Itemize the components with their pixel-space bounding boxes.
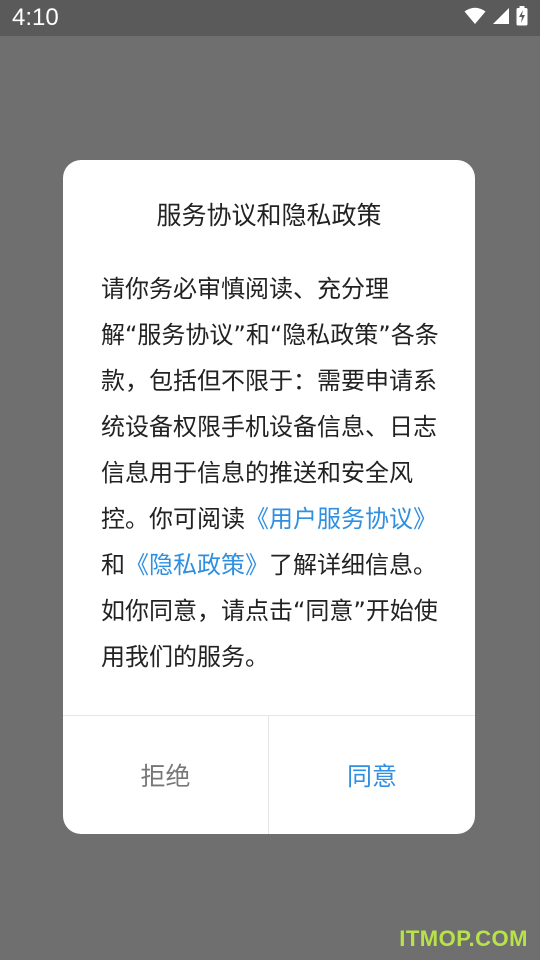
body-text-intro: 请你务必审慎阅读、充分理解“服务协议”和“隐私政策”各条款，包括但不限于：需要申…	[101, 275, 439, 533]
wifi-icon	[464, 7, 486, 25]
signal-icon	[492, 7, 510, 25]
user-agreement-link[interactable]: 《用户服务协议》	[245, 505, 437, 533]
privacy-policy-link[interactable]: 《隐私政策》	[125, 551, 269, 579]
status-time: 4:10	[12, 4, 59, 31]
status-icons	[464, 6, 528, 26]
dialog-body: 请你务必审慎阅读、充分理解“服务协议”和“隐私政策”各条款，包括但不限于：需要申…	[101, 266, 441, 680]
reject-button[interactable]: 拒绝	[63, 716, 268, 834]
agree-button[interactable]: 同意	[269, 716, 475, 834]
privacy-dialog: 服务协议和隐私政策 请你务必审慎阅读、充分理解“服务协议”和“隐私政策”各条款，…	[63, 160, 475, 834]
dialog-title: 服务协议和隐私政策	[156, 201, 382, 230]
body-text-and: 和	[101, 551, 125, 579]
watermark: ITMOP.COM	[399, 926, 528, 951]
status-bar: 4:10	[0, 0, 540, 36]
battery-charging-icon	[516, 6, 528, 26]
